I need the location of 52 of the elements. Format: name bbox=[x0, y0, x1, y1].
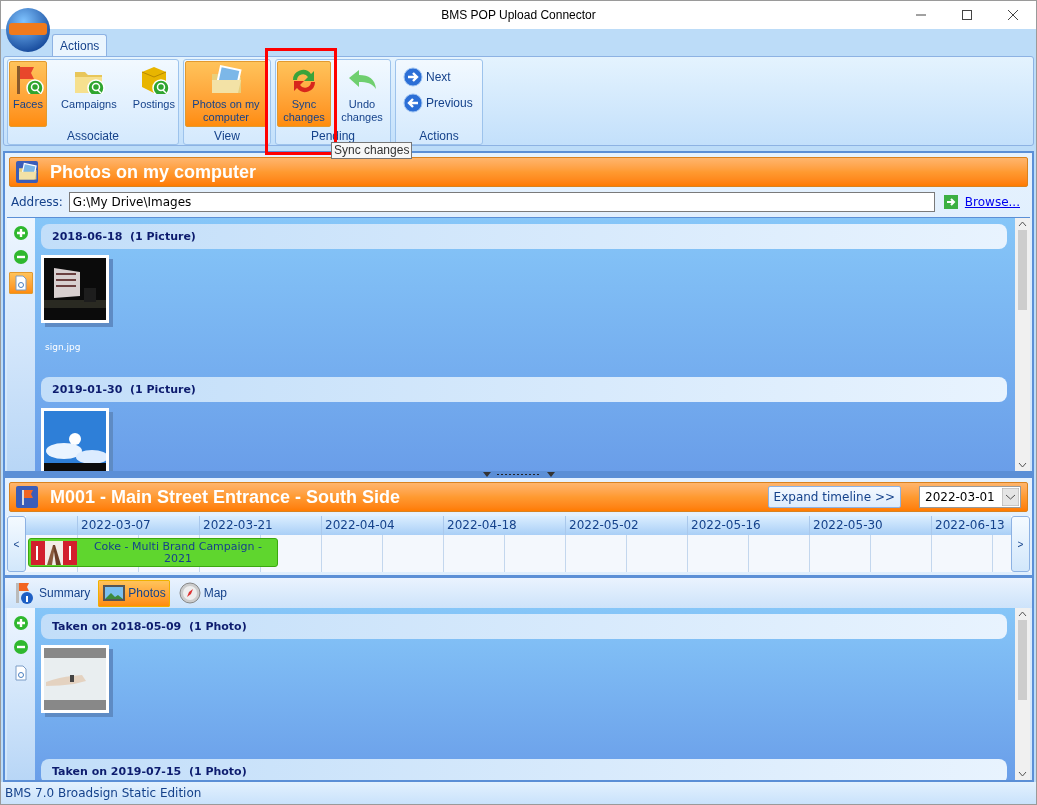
group-label: Associate bbox=[66, 129, 120, 144]
dropdown-arrow-icon bbox=[1002, 488, 1019, 506]
scrollbar[interactable] bbox=[1015, 608, 1030, 780]
tooltip: Sync changes bbox=[331, 142, 413, 159]
ribbon-button[interactable]: Faces bbox=[9, 61, 47, 127]
view-tab[interactable]: Photos bbox=[98, 579, 170, 607]
ribbon-button[interactable]: Next bbox=[402, 66, 476, 88]
group-header: 2018-06-18 (1 Picture) bbox=[41, 224, 1007, 249]
ribbon-button[interactable]: Undo changes bbox=[335, 61, 389, 127]
photo-folder-icon bbox=[209, 64, 243, 94]
campaign-bar[interactable]: Coke - Multi Brand Campaign - 2021 bbox=[28, 538, 278, 567]
group-label: Actions bbox=[418, 129, 460, 144]
ribbon-button[interactable]: Sync changes bbox=[277, 61, 331, 127]
info-document-tool[interactable] bbox=[9, 272, 33, 294]
add-icon bbox=[13, 225, 29, 241]
remove-icon bbox=[13, 249, 29, 265]
maximize-icon bbox=[962, 10, 972, 20]
scrollbar-thumb[interactable] bbox=[1018, 230, 1027, 310]
timeline-prev-button[interactable]: < bbox=[7, 516, 26, 572]
scrollbar[interactable] bbox=[1015, 218, 1030, 471]
info-document-icon bbox=[13, 665, 29, 681]
flag-icon bbox=[16, 486, 38, 508]
ribbon-button[interactable]: Postings bbox=[130, 61, 177, 127]
group-header: Taken on 2019-07-15 (1 Photo) bbox=[41, 759, 1007, 780]
remove-icon bbox=[13, 639, 29, 655]
scrollbar-thumb[interactable] bbox=[1018, 620, 1027, 700]
compass-icon bbox=[177, 581, 202, 605]
close-icon bbox=[1008, 10, 1018, 20]
info-document-icon bbox=[13, 275, 29, 291]
panel-title: M001 - Main Street Entrance - South Side bbox=[50, 485, 401, 509]
ribbon-button[interactable]: Previous bbox=[402, 92, 476, 114]
address-field[interactable]: G:\My Drive\Images bbox=[68, 192, 935, 212]
ribbon-button[interactable]: Photos on my computer bbox=[185, 61, 267, 127]
date-dropdown[interactable]: 2022-03-01 bbox=[919, 486, 1021, 508]
photo-folder-icon bbox=[16, 161, 38, 183]
app-logo bbox=[5, 7, 51, 53]
photo-caption: sign.jpg bbox=[45, 341, 82, 354]
group-header: 2019-01-30 (1 Picture) bbox=[41, 377, 1007, 402]
ribbon-tab[interactable]: Actions bbox=[52, 34, 108, 56]
window-title: BMS POP Upload Connector bbox=[441, 7, 596, 24]
browse-link[interactable]: Browse... bbox=[964, 193, 1020, 211]
expand-timeline-button[interactable]: Expand timeline >> bbox=[767, 486, 901, 508]
ribbon-button[interactable]: Campaigns bbox=[59, 61, 119, 127]
timeline-next-button[interactable]: > bbox=[1011, 516, 1030, 572]
status-text: BMS 7.0 Broadsign Static Edition bbox=[5, 785, 202, 802]
group-header: Taken on 2018-05-09 (1 Photo) bbox=[41, 614, 1007, 639]
view-tab[interactable]: Map bbox=[173, 579, 232, 607]
add-icon bbox=[13, 615, 29, 631]
view-tab[interactable]: Summary bbox=[9, 579, 95, 607]
group-label: View bbox=[213, 129, 241, 144]
address-label: Address: bbox=[11, 194, 63, 211]
panel-title: Photos on my computer bbox=[50, 160, 256, 184]
